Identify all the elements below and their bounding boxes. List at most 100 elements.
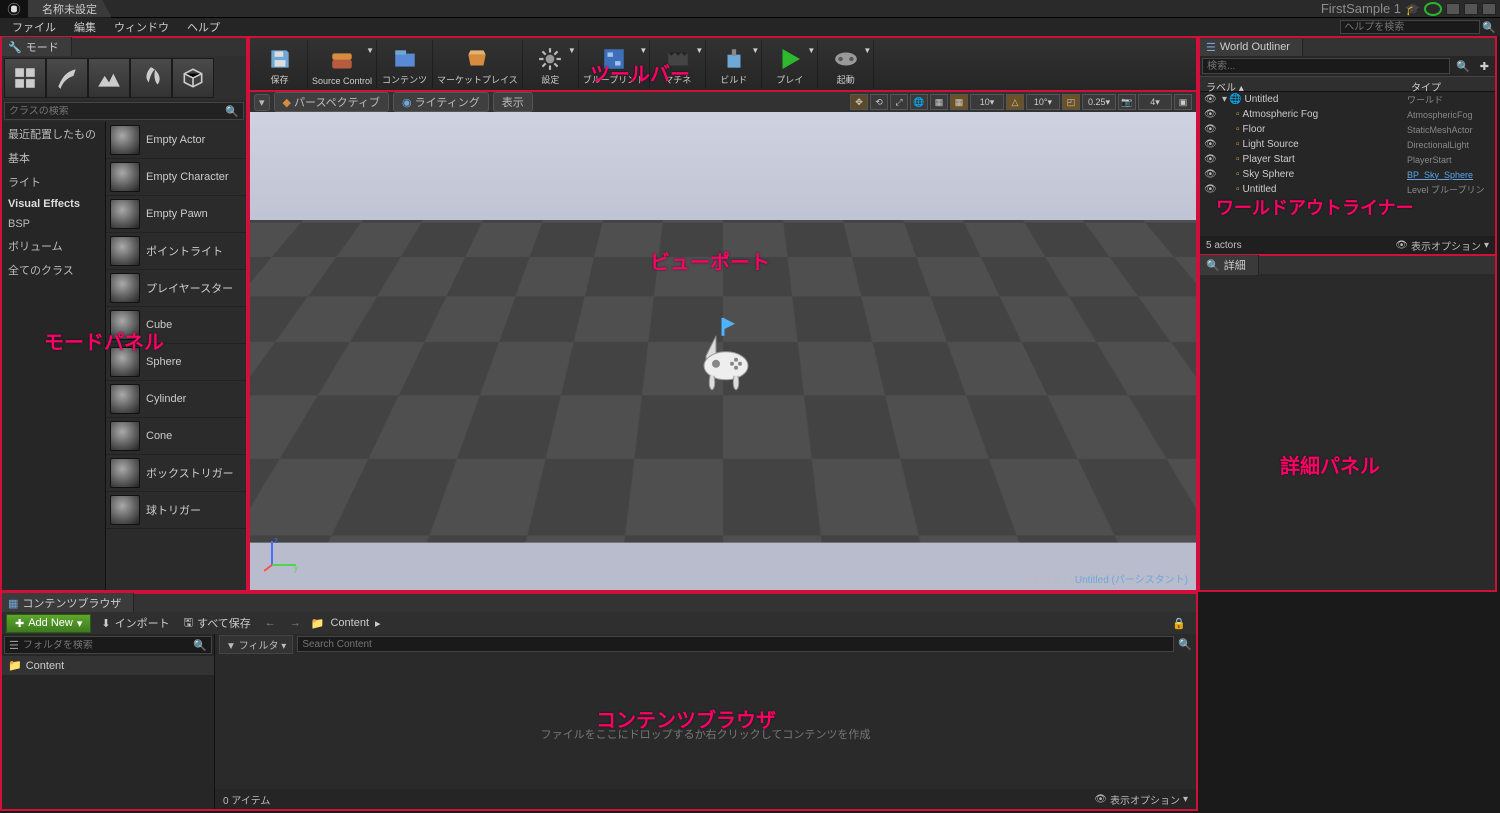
category-item[interactable]: ライト [2,170,105,194]
grid-snap-value[interactable]: 10 ▾ [970,94,1004,110]
toolbar-ブループリント[interactable]: ブループリント▼ [579,40,650,88]
placeable-item[interactable]: Empty Pawn [106,196,246,233]
column-type[interactable]: タイプ [1407,77,1495,91]
view-options-button[interactable]: 👁表示オプション ▾ [1094,792,1188,807]
eye-icon[interactable]: 👁 [1204,139,1218,150]
scale-snap-value[interactable]: 0.25 ▾ [1082,94,1116,110]
surface-snap-icon[interactable]: ▦ [930,94,948,110]
place-mode-button[interactable] [4,58,46,98]
toolbar-プレイ[interactable]: プレイ▼ [762,40,818,88]
search-icon[interactable]: 🔍 [1452,60,1474,73]
breadcrumb[interactable]: 📁Content▸ [311,617,381,630]
column-label[interactable]: ラベル ▴ [1200,77,1407,91]
category-item[interactable]: Visual Effects [2,194,105,214]
outliner-row[interactable]: 👁▫Player StartPlayerStart [1200,152,1495,167]
menu-help[interactable]: ヘルプ [179,17,228,37]
sources-toggle-icon[interactable]: ☰ [9,639,19,652]
transform-scale-icon[interactable]: ⤢ [890,94,908,110]
academy-icon[interactable]: 🎓 [1405,2,1420,16]
placeable-item[interactable]: ボックストリガー [106,455,246,492]
lighting-button[interactable]: ◉ライティング [393,92,489,112]
folder-search-input[interactable] [23,640,193,651]
modes-tab[interactable]: 🔧モード [2,37,72,57]
content-drop-area[interactable]: ファイルをここにドロップするか右クリックしてコンテンツを作成 [215,654,1196,789]
placeable-item[interactable]: Sphere [106,344,246,381]
class-search[interactable]: 🔍 [4,102,244,120]
eye-icon[interactable]: 👁 [1204,124,1218,135]
placeable-item[interactable]: プレイヤースター [106,270,246,307]
eye-icon[interactable]: 👁 [1204,94,1218,105]
close-button[interactable] [1482,3,1496,15]
toolbar-マーケットプレイス[interactable]: マーケットプレイス [433,40,523,88]
toolbar-ビルド[interactable]: ビルド▼ [706,40,762,88]
transform-move-icon[interactable]: ⟲ [870,94,888,110]
outliner-row[interactable]: 👁▫Atmospheric FogAtmosphericFog [1200,107,1495,122]
maximize-viewport-icon[interactable]: ▣ [1174,94,1192,110]
content-folder[interactable]: 📁Content [2,656,214,675]
category-item[interactable]: 全てのクラス [2,258,105,282]
back-button[interactable]: ← [261,617,280,629]
viewport-menu-button[interactable]: ▾ [254,94,270,111]
foliage-mode-button[interactable] [130,58,172,98]
player-start-actor[interactable] [688,318,758,401]
class-search-input[interactable] [9,106,225,117]
lock-icon[interactable]: 🔒 [1166,617,1192,630]
eye-icon[interactable]: 👁 [1204,109,1218,120]
eye-icon[interactable]: 👁 [1204,184,1218,195]
placeable-item[interactable]: ポイントライト [106,233,246,270]
placeable-item[interactable]: Cone [106,418,246,455]
category-item[interactable]: BSP [2,214,105,234]
placeable-item[interactable]: 球トリガー [106,492,246,529]
details-tab[interactable]: 🔍詳細 [1200,255,1259,275]
toolbar-マチネ[interactable]: マチネ▼ [650,40,706,88]
scale-snap-icon[interactable]: ◰ [1062,94,1080,110]
paint-mode-button[interactable] [46,58,88,98]
angle-snap-value[interactable]: 10° ▾ [1026,94,1060,110]
angle-snap-icon[interactable]: △ [1006,94,1024,110]
category-item[interactable]: 基本 [2,146,105,170]
landscape-mode-button[interactable] [88,58,130,98]
content-search-input[interactable] [297,636,1174,652]
outliner-row[interactable]: 👁▫Light SourceDirectionalLight [1200,137,1495,152]
minimize-button[interactable] [1446,3,1460,15]
transform-select-icon[interactable]: ✥ [850,94,868,110]
maximize-button[interactable] [1464,3,1478,15]
source-status-icon[interactable] [1424,2,1442,16]
menu-window[interactable]: ウィンドウ [106,17,177,37]
toolbar-保存[interactable]: 保存 [252,40,308,88]
menu-edit[interactable]: 編集 [66,17,104,37]
document-tab[interactable]: 名称未設定 [28,0,112,18]
expand-icon[interactable]: ▾ [1222,94,1227,105]
outliner-row[interactable]: 👁▫FloorStaticMeshActor [1200,122,1495,137]
eye-icon[interactable]: 👁 [1204,154,1218,165]
help-search-input[interactable] [1340,20,1480,34]
camera-speed-value[interactable]: 4 ▾ [1138,94,1172,110]
perspective-button[interactable]: ◆パースペクティブ [274,92,390,112]
outliner-row[interactable]: 👁▾🌐Untitledワールド [1200,92,1495,107]
toolbar-起動[interactable]: 起動▼ [818,40,874,88]
geometry-mode-button[interactable] [172,58,214,98]
placeable-item[interactable]: Cube [106,307,246,344]
add-filter-icon[interactable]: ✚ [1476,60,1493,73]
placeable-item[interactable]: Cylinder [106,381,246,418]
camera-speed-icon[interactable]: 📷 [1118,94,1136,110]
filters-button[interactable]: ▼ フィルタ ▾ [219,635,293,654]
grid-snap-icon[interactable]: ▦ [950,94,968,110]
eye-icon[interactable]: 👁 [1204,169,1218,180]
placeable-item[interactable]: Empty Actor [106,122,246,159]
toolbar-コンテンツ[interactable]: コンテンツ [377,40,433,88]
menu-file[interactable]: ファイル [4,17,64,37]
placeable-item[interactable]: Empty Character [106,159,246,196]
view-options-button[interactable]: 👁表示オプション ▾ [1395,238,1489,253]
save-all-button[interactable]: 🖫すべて保存 [180,614,255,633]
category-item[interactable]: ボリューム [2,234,105,258]
outliner-row[interactable]: 👁▫Sky SphereBP_Sky_Sphere [1200,167,1495,182]
toolbar-Source Control[interactable]: Source Control▼ [308,40,377,88]
outliner-search-input[interactable] [1202,58,1450,74]
show-button[interactable]: 表示 [493,92,533,112]
import-button[interactable]: ⬇インポート [97,615,173,631]
search-icon[interactable]: 🔍 [1482,21,1496,34]
forward-button[interactable]: → [286,617,305,629]
category-item[interactable]: 最近配置したもの [2,122,105,146]
outliner-tab[interactable]: ☰World Outliner [1200,39,1303,56]
